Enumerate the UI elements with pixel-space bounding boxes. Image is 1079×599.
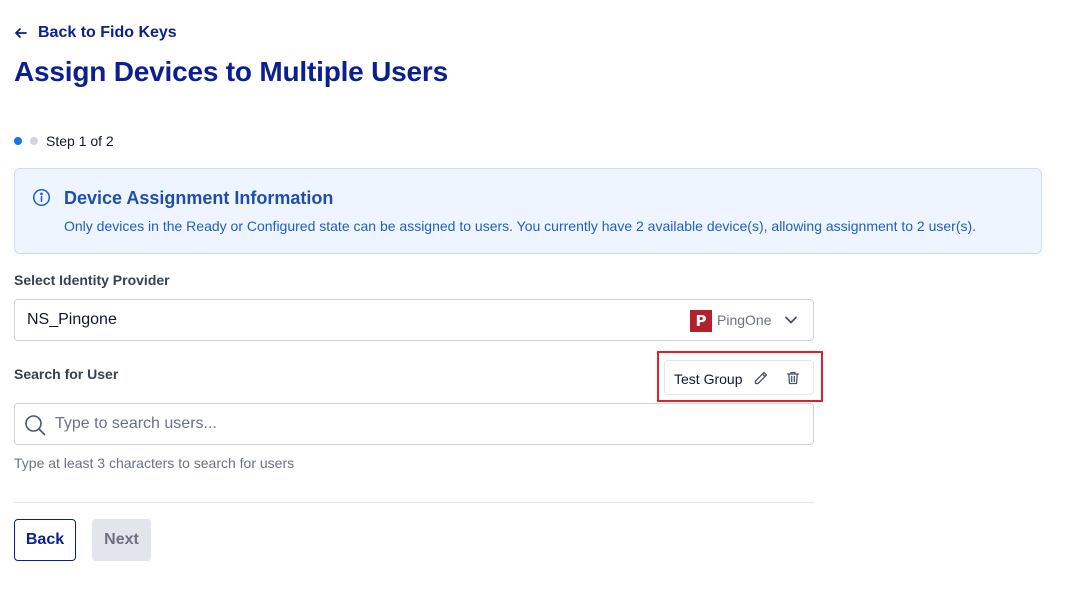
info-icon — [32, 188, 51, 207]
search-icon — [25, 415, 46, 436]
chevron-down-icon — [785, 316, 797, 324]
trash-icon[interactable] — [785, 370, 801, 386]
info-text: Only devices in the Ready or Configured … — [64, 218, 977, 234]
next-button[interactable]: Next — [92, 519, 151, 561]
back-link-label: Back to Fido Keys — [38, 24, 177, 41]
page-title: Assign Devices to Multiple Users — [14, 56, 448, 87]
pencil-icon[interactable] — [753, 370, 769, 386]
step-dot-active — [14, 137, 22, 145]
identity-provider-value: NS_Pingone — [27, 311, 117, 328]
step-label: Step 1 of 2 — [46, 133, 114, 149]
search-user-field[interactable] — [14, 403, 814, 445]
identity-provider-select[interactable]: NS_Pingone P PingOne — [14, 299, 814, 341]
identity-provider-label: Select Identity Provider — [14, 272, 170, 288]
back-to-fido-keys-link[interactable]: Back to Fido Keys — [14, 24, 177, 42]
pingone-logo-icon: P — [690, 310, 712, 332]
divider — [14, 502, 814, 503]
info-banner: Device Assignment Information Only devic… — [14, 168, 1042, 254]
group-chip: Test Group — [664, 360, 814, 395]
back-button[interactable]: Back — [14, 519, 76, 561]
provider-name: PingOne — [717, 312, 772, 328]
group-name: Test Group — [674, 371, 743, 387]
info-title: Device Assignment Information — [64, 188, 334, 208]
arrow-left-icon — [15, 28, 27, 38]
search-user-input[interactable] — [55, 405, 795, 443]
step-dot-inactive — [30, 137, 38, 145]
step-indicator: Step 1 of 2 — [14, 133, 114, 149]
search-user-label: Search for User — [14, 366, 119, 382]
search-hint: Type at least 3 characters to search for… — [14, 455, 295, 471]
